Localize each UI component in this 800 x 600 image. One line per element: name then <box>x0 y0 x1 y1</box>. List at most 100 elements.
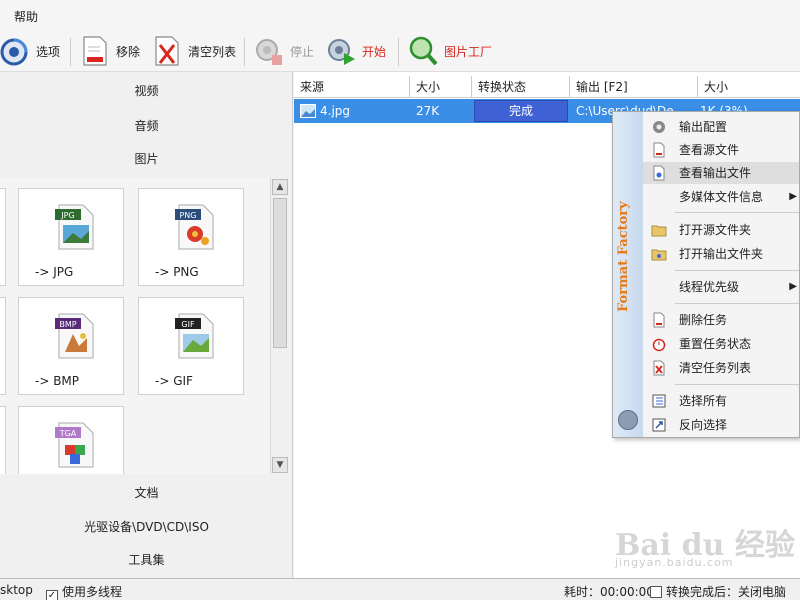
toolbar: 选项 移除 清空列表 停止 开始 图片工厂 <box>0 30 800 72</box>
elapsed-time: 耗时：00:00:00 <box>564 585 654 599</box>
cell-source: 4.jpg <box>320 104 351 118</box>
scroll-up-icon[interactable]: ▲ <box>272 179 288 195</box>
menu-reset-task[interactable]: 重置任务状态 <box>643 333 799 355</box>
start-icon <box>326 35 356 67</box>
category-optical-disc[interactable]: 光驱设备\DVD\CD\ISO <box>0 513 293 541</box>
clear-list-button[interactable]: 清空列表 <box>152 32 236 70</box>
document-icon <box>653 142 665 158</box>
menu-bar: 帮助 <box>0 0 800 30</box>
tile-label: -> BMP <box>35 374 80 388</box>
remove-button[interactable]: 移除 <box>80 32 140 70</box>
category-picture[interactable]: 图片 <box>0 145 293 173</box>
picture-factory-button[interactable]: 图片工厂 <box>408 32 492 70</box>
tga-file-icon: TGA <box>55 422 94 468</box>
gear-icon <box>653 121 665 133</box>
tile-partial[interactable] <box>0 188 6 286</box>
submenu-arrow-icon: ▶ <box>789 281 797 292</box>
clear-list-icon <box>653 360 665 376</box>
menu-view-source[interactable]: 查看源文件 <box>643 139 799 161</box>
folder-icon <box>651 225 667 237</box>
col-source[interactable]: 来源 <box>294 76 410 98</box>
tile-label: -> PNG <box>155 265 199 279</box>
tile-to-jpg[interactable]: JPG -> JPG <box>18 188 124 286</box>
category-panel: 视频 音频 图片 JPG -> JPG PNG -> PNG BMP -> BM… <box>0 72 293 578</box>
clear-list-icon <box>152 35 182 67</box>
multithread-checkbox[interactable]: ✓ 使用多线程 <box>46 583 122 600</box>
options-icon <box>0 35 30 67</box>
output-document-icon <box>653 165 665 181</box>
tga-badge-text: TGA <box>59 429 77 438</box>
tile-label: -> GIF <box>155 374 193 388</box>
gif-file-icon: GIF <box>175 313 214 359</box>
tile-partial[interactable] <box>0 297 6 395</box>
toolbar-separator <box>244 38 245 66</box>
menu-view-output[interactable]: 查看输出文件 <box>643 162 799 184</box>
menu-separator <box>675 270 799 271</box>
context-menu: Format Factory 输出配置 查看源文件 查看输出文件 多媒体文件信息… <box>612 111 800 438</box>
menu-separator <box>675 212 799 213</box>
image-file-icon <box>300 104 316 118</box>
format-tiles: JPG -> JPG PNG -> PNG BMP -> BMP GIF -> … <box>0 178 270 474</box>
status-bar: sktop ✓ 使用多线程 耗时：00:00:00 转换完成后：关闭电脑 <box>0 578 800 600</box>
tile-to-bmp[interactable]: BMP -> BMP <box>18 297 124 395</box>
col-output[interactable]: 输出 [F2] <box>570 76 698 98</box>
context-menu-sidebar: Format Factory <box>613 112 643 437</box>
menu-invert-selection[interactable]: 反向选择 <box>643 414 799 436</box>
bmp-file-icon: BMP <box>55 313 94 359</box>
tiles-scrollbar[interactable]: ▲ ▼ <box>270 178 288 474</box>
col-output-size[interactable]: 大小 <box>698 76 800 98</box>
timer-icon <box>652 338 666 352</box>
menu-thread-priority[interactable]: 线程优先级 ▶ <box>643 276 799 298</box>
col-status[interactable]: 转换状态 <box>472 76 570 98</box>
menu-open-source-folder[interactable]: 打开源文件夹 <box>643 219 799 241</box>
menu-delete-task[interactable]: 删除任务 <box>643 309 799 331</box>
stop-icon <box>254 35 284 67</box>
toolbar-separator <box>70 38 71 66</box>
brand-label: Format Factory <box>616 201 631 312</box>
submenu-arrow-icon: ▶ <box>789 191 797 202</box>
png-badge-text: PNG <box>179 211 196 220</box>
tile-to-gif[interactable]: GIF -> GIF <box>138 297 244 395</box>
jpg-badge-text: JPG <box>60 211 74 220</box>
cell-size: 27K <box>416 104 440 118</box>
jpg-file-icon: JPG <box>55 204 94 250</box>
category-video[interactable]: 视频 <box>0 77 293 105</box>
format-factory-logo-icon <box>618 410 638 430</box>
stop-button[interactable]: 停止 <box>254 32 314 70</box>
remove-icon <box>80 35 110 67</box>
scroll-down-icon[interactable]: ▼ <box>272 457 288 473</box>
output-folder-icon <box>651 249 667 261</box>
select-all-icon <box>652 394 666 408</box>
menu-media-info[interactable]: 多媒体文件信息 ▶ <box>643 186 799 208</box>
scroll-thumb[interactable] <box>273 198 287 348</box>
col-size[interactable]: 大小 <box>410 76 472 98</box>
category-audio[interactable]: 音频 <box>0 112 293 140</box>
menu-separator <box>675 303 799 304</box>
menu-clear-tasks[interactable]: 清空任务列表 <box>643 357 799 379</box>
tile-partial[interactable] <box>0 406 6 474</box>
checkbox-unchecked-icon <box>650 586 662 598</box>
start-button[interactable]: 开始 <box>326 32 386 70</box>
tile-label: -> JPG <box>35 265 74 279</box>
menu-help[interactable]: 帮助 <box>14 8 38 25</box>
invert-selection-icon <box>652 418 666 432</box>
category-tools[interactable]: 工具集 <box>0 546 293 574</box>
checkbox-checked-icon: ✓ <box>46 590 58 600</box>
options-button[interactable]: 选项 <box>0 32 60 70</box>
category-document[interactable]: 文档 <box>0 479 293 507</box>
toolbar-separator <box>398 38 399 66</box>
shutdown-checkbox[interactable]: 转换完成后：关闭电脑 <box>650 583 786 600</box>
magnifier-icon <box>408 35 438 67</box>
tile-to-png[interactable]: PNG -> PNG <box>138 188 244 286</box>
output-path-text: sktop <box>0 583 33 597</box>
png-file-icon: PNG <box>175 204 214 250</box>
menu-select-all[interactable]: 选择所有 <box>643 390 799 412</box>
menu-output-config[interactable]: 输出配置 <box>643 116 799 138</box>
status-badge: 完成 <box>474 100 568 122</box>
menu-separator <box>675 384 799 385</box>
bmp-badge-text: BMP <box>59 320 76 329</box>
gif-badge-text: GIF <box>181 320 195 329</box>
delete-document-icon <box>653 312 665 328</box>
menu-open-output-folder[interactable]: 打开输出文件夹 <box>643 243 799 265</box>
tile-to-tga[interactable]: TGA <box>18 406 124 474</box>
